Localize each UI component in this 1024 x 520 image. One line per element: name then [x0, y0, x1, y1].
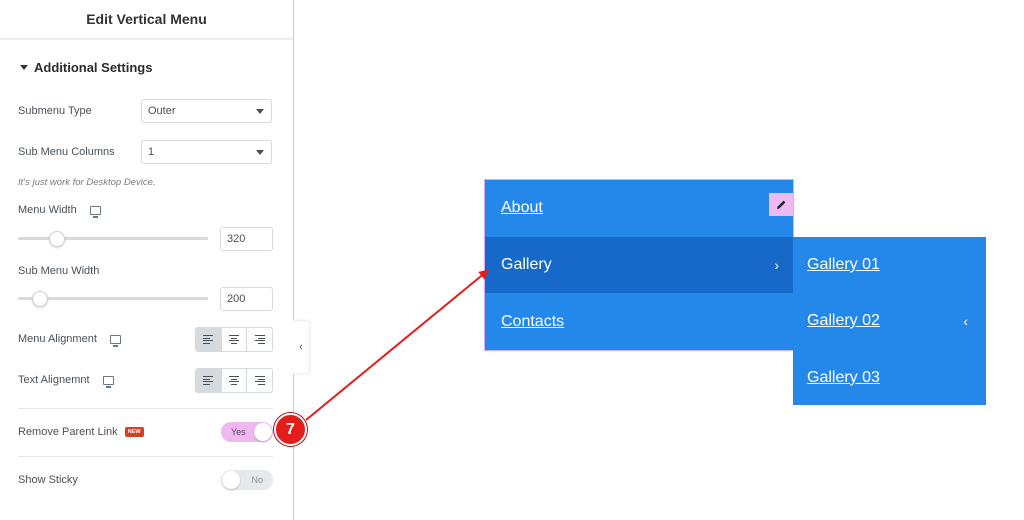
annotation-arrow	[305, 269, 490, 421]
step-number-badge: 7	[274, 413, 307, 446]
